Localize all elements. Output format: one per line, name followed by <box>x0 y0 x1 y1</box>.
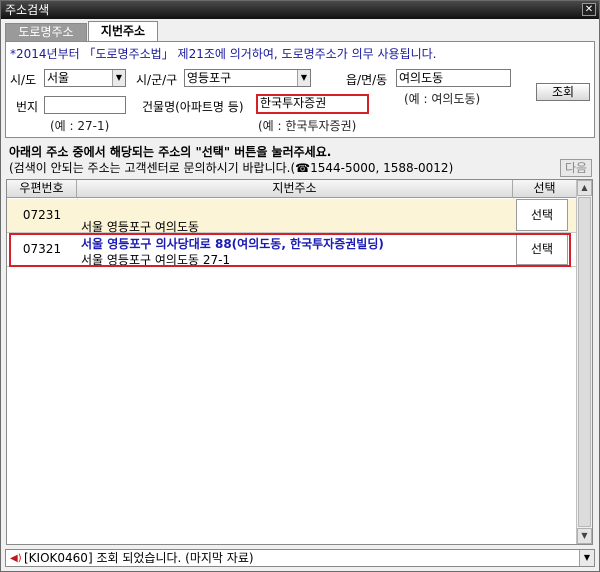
eup-input[interactable]: 여의도동 <box>396 69 511 87</box>
building-input[interactable]: 한국투자증권 <box>256 94 369 114</box>
chevron-down-icon[interactable]: ▼ <box>579 550 594 566</box>
scroll-down-icon[interactable]: ▼ <box>577 528 592 544</box>
status-bar: ◀) [KIOK0460] 조회 되었습니다. (마지막 자료) ▼ <box>5 549 595 567</box>
window-title: 주소검색 <box>5 3 50 17</box>
sido-value: 서울 <box>47 71 70 85</box>
sigungu-label: 시/군/구 <box>136 73 178 87</box>
building-hint: (예 : 한국투자증권) <box>258 119 357 133</box>
speaker-icon: ◀) <box>10 553 22 564</box>
highlight-box <box>9 233 571 267</box>
contact-text: (검색이 안되는 주소는 고객센터로 문의하시기 바랍니다.(☎1544-500… <box>9 161 454 175</box>
row-zip: 07231 <box>22 208 62 222</box>
tab-road-address[interactable]: 도로명주소 <box>5 23 87 41</box>
search-button[interactable]: 조회 <box>536 83 590 101</box>
sigungu-value: 영등포구 <box>187 71 232 85</box>
search-panel: *2014년부터 「도로명주소법」 제21조에 의거하여, 도로명주소가 의무 … <box>5 41 595 138</box>
scroll-up-icon[interactable]: ▲ <box>577 180 592 196</box>
eup-label: 읍/면/동 <box>346 73 388 87</box>
close-icon: ✕ <box>584 4 594 15</box>
chevron-down-icon: ▼ <box>112 70 125 86</box>
address-search-window: 주소검색 ✕ 도로명주소 지번주소 *2014년부터 「도로명주소법」 제21조… <box>0 0 600 572</box>
bunji-label: 번지 <box>16 100 39 114</box>
table-header: 우편번호 지번주소 선택 <box>7 180 576 198</box>
status-message: [KIOK0460] 조회 되었습니다. (마지막 자료) <box>24 551 254 565</box>
title-bar: 주소검색 ✕ <box>1 1 599 19</box>
chevron-down-icon: ▼ <box>297 70 310 86</box>
address-results-table: 우편번호 지번주소 선택 07231 서울 영등포구 여의도동 선택 07321… <box>6 179 593 545</box>
column-header-address: 지번주소 <box>77 180 513 198</box>
next-button[interactable]: 다음 <box>560 159 592 177</box>
sido-label: 시/도 <box>10 73 37 87</box>
bunji-hint: (예 : 27-1) <box>50 119 110 133</box>
vertical-scrollbar[interactable]: ▲ ▼ <box>576 180 592 544</box>
bunji-input[interactable] <box>44 96 126 114</box>
column-header-zip: 우편번호 <box>7 180 77 198</box>
building-label: 건물명(아파트명 등) <box>142 100 244 114</box>
instruction-text: 아래의 주소 중에서 해당되는 주소의 "선택" 버튼을 눌러주세요. <box>9 145 332 159</box>
notice-text: *2014년부터 「도로명주소법」 제21조에 의거하여, 도로명주소가 의무 … <box>10 47 437 61</box>
tab-jibun-address[interactable]: 지번주소 <box>88 21 158 41</box>
eup-hint: (예 : 여의도동) <box>404 92 481 106</box>
column-header-select: 선택 <box>533 181 556 195</box>
sigungu-select[interactable]: 영등포구 ▼ <box>184 69 311 87</box>
select-button[interactable]: 선택 <box>516 199 568 231</box>
sido-select[interactable]: 서울 ▼ <box>44 69 126 87</box>
close-button[interactable]: ✕ <box>582 3 596 16</box>
scroll-thumb[interactable] <box>578 197 591 527</box>
table-row[interactable]: 07231 서울 영등포구 여의도동 선택 <box>7 199 576 234</box>
